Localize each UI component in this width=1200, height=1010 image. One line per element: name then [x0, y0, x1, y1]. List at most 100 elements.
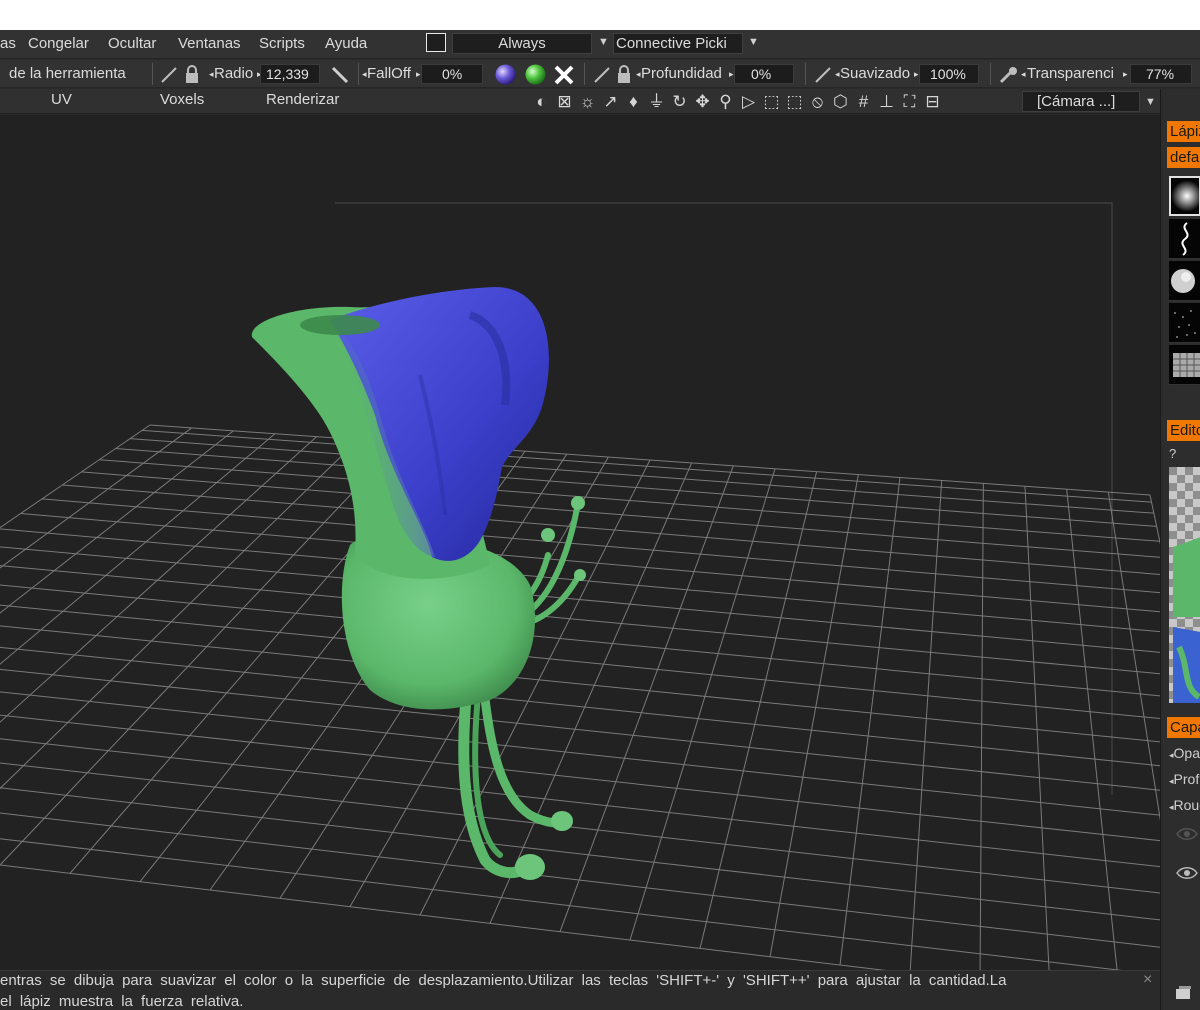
grid-line	[0, 838, 1123, 970]
depth-label: Profundidad	[641, 65, 722, 82]
menu-item-freeze[interactable]: Congelar	[28, 35, 89, 52]
menu-item-hide[interactable]: Ocultar	[108, 35, 156, 52]
brush-alpha-rock-icon[interactable]	[1169, 261, 1200, 301]
brush-alpha-noise-icon[interactable]	[1169, 303, 1200, 343]
layer-depth-label[interactable]: ◂Profundidad	[1169, 771, 1200, 787]
anchor-icon[interactable]: ⏚	[645, 91, 668, 113]
status-bar: entras se dibuja para suavizar el color …	[0, 970, 1160, 1010]
3d-viewport[interactable]	[0, 115, 1160, 970]
slider-arrow-icon[interactable]: ◂	[209, 69, 214, 80]
menu-item-windows[interactable]: Ventanas	[178, 35, 241, 52]
drop-icon[interactable]: ♦	[622, 91, 645, 113]
layers-panel-header[interactable]: Capas	[1167, 717, 1200, 738]
slider-arrow-icon[interactable]: ◂	[636, 69, 641, 80]
grid-line	[0, 625, 1160, 743]
grid-line	[0, 604, 1160, 720]
forbidden-icon[interactable]: ⦸	[806, 91, 829, 113]
pen-pressure-icon[interactable]	[160, 66, 178, 84]
radius-field[interactable]: 12,339	[260, 64, 320, 84]
transparency-field[interactable]: 77%	[1130, 64, 1192, 84]
texture-preview[interactable]	[1169, 467, 1200, 703]
layer-add-icon[interactable]	[1175, 986, 1193, 1000]
brush-alpha-soft-icon[interactable]	[1169, 176, 1200, 216]
frame-icon[interactable]: ⛶	[898, 91, 921, 113]
camera-select[interactable]: [Cámara ...]	[1022, 91, 1140, 112]
falloff-field[interactable]: 0%	[421, 64, 483, 84]
depth-field[interactable]: 0%	[734, 64, 794, 84]
layer-rough-label[interactable]: ◂Rough	[1169, 797, 1200, 813]
cube-icon[interactable]: ⬡	[829, 91, 852, 113]
status-hint-line1: entras se dibuja para suavizar el color …	[0, 972, 1007, 989]
tool-options-label: de la herramienta	[9, 65, 126, 82]
tab-uv[interactable]: UV	[51, 91, 72, 108]
grid-line	[0, 424, 151, 529]
brush-stroke-icon[interactable]	[330, 65, 350, 85]
move-icon[interactable]: ✥	[691, 91, 714, 113]
tab-voxels[interactable]: Voxels	[160, 91, 204, 108]
half-shade-icon[interactable]: ◐	[530, 91, 553, 113]
play-outline-icon[interactable]: ▷	[737, 91, 760, 113]
brush-preset-header[interactable]: default	[1167, 147, 1200, 168]
chevron-down-icon[interactable]: ▼	[1145, 96, 1156, 108]
scene-canvas[interactable]	[0, 115, 1160, 970]
slider-arrow-icon[interactable]: ◂	[362, 69, 367, 80]
tool-options-bar: de la herramienta ◂ Radio ▸ 12,339 ◂ Fal…	[0, 60, 1200, 88]
eye-icon[interactable]	[1176, 826, 1198, 842]
light-move-icon[interactable]: ↗	[599, 91, 622, 113]
app-window: as Congelar Ocultar Ventanas Scripts Ayu…	[0, 30, 1200, 1010]
pen-box-icon[interactable]: ⬚	[783, 91, 806, 113]
brush-alpha-grid-icon[interactable]	[1169, 345, 1200, 385]
picking-select[interactable]: Connective Picki	[613, 33, 743, 54]
axes-icon[interactable]: ⊥	[875, 91, 898, 113]
status-hint-line2: el lápiz muestra la fuerza relativa.	[0, 993, 244, 1010]
mode-select[interactable]: Always	[452, 33, 592, 54]
grid-line	[0, 762, 1160, 894]
slider-arrow-icon[interactable]: ▸	[416, 69, 421, 80]
grid-line	[0, 668, 1160, 791]
chevron-down-icon[interactable]: ▼	[748, 36, 759, 48]
grid-line	[629, 468, 776, 941]
close-icon[interactable]: ×	[1143, 971, 1152, 989]
menu-item-views[interactable]: as	[0, 35, 16, 52]
layout-icon[interactable]: ⊟	[921, 91, 944, 113]
pen-pressure-icon[interactable]	[593, 66, 611, 84]
layer-opacity-label[interactable]: ◂Opacidad	[1169, 745, 1200, 761]
rotate-icon[interactable]: ↻	[668, 91, 691, 113]
color-sphere-icon[interactable]	[524, 63, 547, 86]
lock-icon[interactable]	[616, 65, 632, 84]
grid-line	[0, 812, 1160, 948]
slider-arrow-icon[interactable]: ◂	[1021, 69, 1026, 80]
material-sphere-icon[interactable]	[494, 63, 517, 86]
grid-line	[1107, 492, 1160, 821]
editor-panel-header[interactable]: Editor	[1167, 420, 1200, 441]
slider-arrow-icon[interactable]: ▸	[1123, 69, 1128, 80]
lock-icon[interactable]	[184, 65, 200, 84]
zoom-icon[interactable]: ⚲	[714, 91, 737, 113]
slider-arrow-icon[interactable]: ◂	[835, 69, 840, 80]
menu-item-scripts[interactable]: Scripts	[259, 35, 305, 52]
grid-icon[interactable]: #	[852, 91, 875, 113]
right-panel: Lápiz default Editor ?	[1160, 89, 1200, 1010]
all-icon[interactable]: ⬚	[760, 91, 783, 113]
light-bulb-icon[interactable]: ☼	[576, 91, 599, 113]
chevron-down-icon[interactable]: ▼	[598, 36, 609, 48]
tab-render[interactable]: Renderizar	[266, 91, 339, 108]
toggle-checkbox[interactable]	[426, 33, 446, 52]
brush-alpha-squiggle-icon[interactable]	[1169, 219, 1200, 259]
image-icon[interactable]: ⊠	[553, 91, 576, 113]
smoothing-field[interactable]: 100%	[919, 64, 979, 84]
room-tabs-row: UV Voxels Renderizar ◐ ⊠ ☼ ↗ ♦ ⏚ ↻ ✥ ⚲ ▷ ⬚ ⬚ ⦸ ⬡ # ⊥ ⛶ ⊟ …	[0, 89, 1200, 114]
menu-item-help[interactable]: Ayuda	[325, 35, 367, 52]
slider-arrow-icon[interactable]: ▸	[914, 69, 919, 80]
divider	[805, 63, 806, 85]
editor-help-label[interactable]: ?	[1169, 446, 1200, 461]
slider-arrow-icon[interactable]: ▸	[729, 69, 734, 80]
pen-pressure-icon[interactable]	[814, 66, 832, 84]
sculpt-model[interactable]	[251, 287, 586, 880]
divider	[152, 63, 153, 85]
brush-panel-header[interactable]: Lápiz	[1167, 121, 1200, 142]
airbrush-icon[interactable]	[998, 65, 1020, 85]
grid-line	[979, 483, 984, 970]
eye-icon[interactable]	[1176, 865, 1198, 881]
clear-x-icon[interactable]	[553, 64, 575, 86]
